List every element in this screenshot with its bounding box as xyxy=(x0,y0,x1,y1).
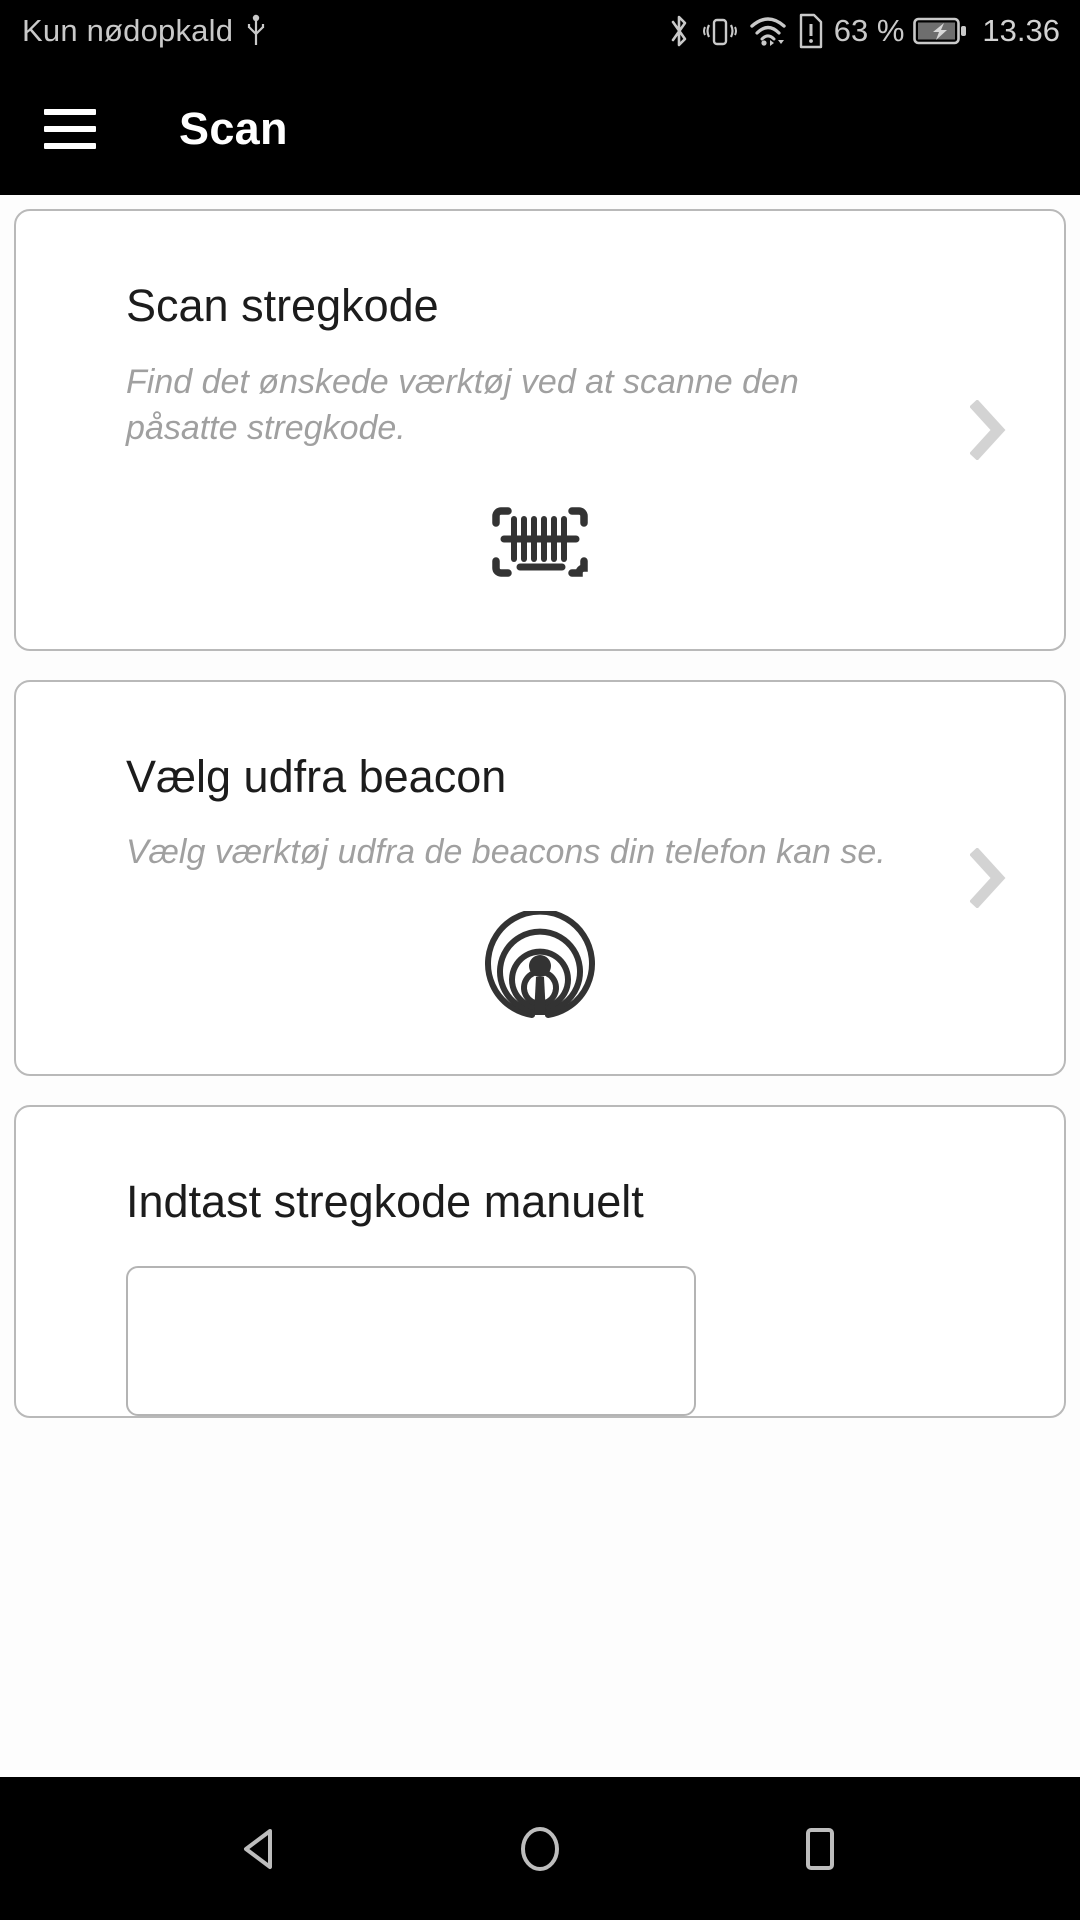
hamburger-line xyxy=(44,108,96,115)
card-icon-container xyxy=(16,485,1064,605)
hamburger-menu-icon[interactable] xyxy=(44,108,96,149)
card-title: Indtast stregkode manuelt xyxy=(126,1175,644,1227)
battery-percent-label: 63 % xyxy=(833,13,905,48)
card-select-beacon[interactable]: Vælg udfra beacon Vælg værktøj udfra de … xyxy=(14,679,1066,1076)
app-bar: Scan xyxy=(0,62,1080,195)
status-bar-right: 63 % 13.36 xyxy=(666,12,1060,50)
wifi-icon xyxy=(748,13,788,49)
clock-label: 13.36 xyxy=(982,13,1060,48)
bluetooth-icon xyxy=(666,12,692,50)
android-navigation-bar xyxy=(0,1777,1080,1920)
status-bar: Kun nødopkald 63 % 13.36 xyxy=(0,0,1080,62)
chevron-right-icon[interactable] xyxy=(969,847,1006,909)
vibrate-icon xyxy=(701,12,739,50)
card-description: Find det ønskede værktøj ved at scanne d… xyxy=(126,362,799,447)
usb-icon xyxy=(245,14,267,48)
status-bar-left: Kun nødopkald xyxy=(22,13,267,49)
card-description: Vælg værktøj udfra de beacons din telefo… xyxy=(126,833,886,872)
card-icon-container xyxy=(16,908,1064,1030)
recents-icon[interactable] xyxy=(760,1789,880,1909)
manual-barcode-input[interactable] xyxy=(126,1266,696,1417)
home-icon[interactable] xyxy=(480,1789,600,1909)
card-manual-barcode: Indtast stregkode manuelt xyxy=(14,1104,1066,1419)
card-title: Vælg udfra beacon xyxy=(126,750,507,802)
content-area: Scan stregkode Find det ønskede værktøj … xyxy=(0,195,1080,1777)
barcode-scan-icon xyxy=(480,497,600,592)
battery-charging-icon xyxy=(913,16,967,46)
phone-screen: Kun nødopkald 63 % 13.36 Scan Scan streg… xyxy=(0,0,1080,1920)
back-icon[interactable] xyxy=(200,1789,320,1909)
hamburger-line xyxy=(44,142,96,149)
hamburger-line xyxy=(44,125,96,132)
chevron-right-icon[interactable] xyxy=(969,399,1006,461)
carrier-label: Kun nødopkald xyxy=(22,13,234,48)
card-title: Scan stregkode xyxy=(126,280,439,331)
sim-alert-icon xyxy=(797,12,825,50)
page-title: Scan xyxy=(179,102,288,154)
beacon-broadcast-icon xyxy=(484,908,596,1028)
card-scan-barcode[interactable]: Scan stregkode Find det ønskede værktøj … xyxy=(14,209,1066,651)
